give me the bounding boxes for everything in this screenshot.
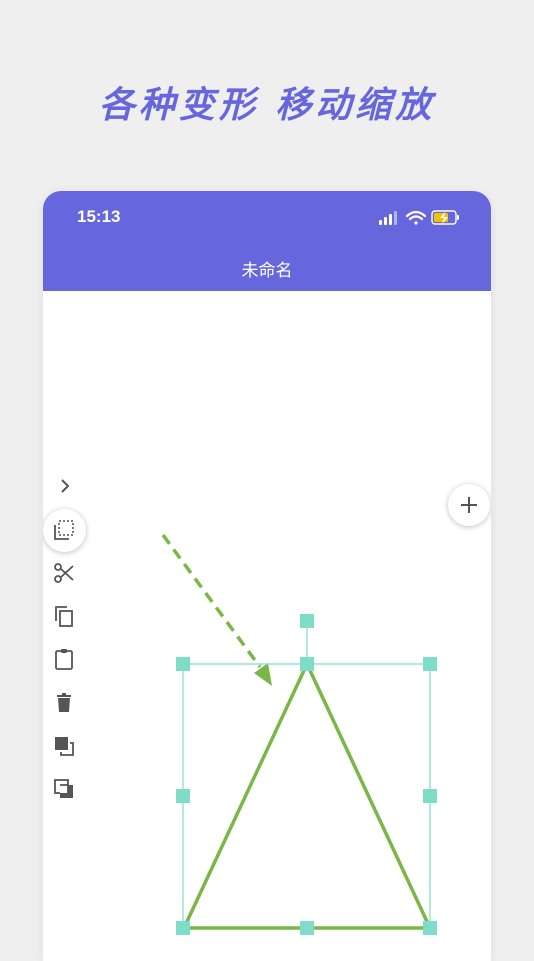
triangle-shape[interactable] [182,662,432,930]
resize-handle-bottom-left[interactable] [176,921,190,935]
resize-handle-right[interactable] [423,789,437,803]
resize-handle-top-left[interactable] [176,657,190,671]
resize-handle-left[interactable] [176,789,190,803]
status-time: 15:13 [77,207,121,226]
resize-handle-bottom[interactable] [300,921,314,935]
drawing-layer [161,533,437,935]
document-title: 未命名 [241,261,293,281]
resize-handle-bottom-right[interactable] [423,921,437,935]
drawing-canvas[interactable] [43,291,491,961]
status-icons [379,210,459,225]
cellular-signal-icon [379,211,397,225]
phone-frame: 15:13 未命名 [43,191,491,961]
resize-handle-top[interactable] [300,657,314,671]
resize-handle-top-right[interactable] [423,657,437,671]
rotate-handle[interactable] [300,614,314,628]
battery-charging-icon [431,210,459,225]
wifi-icon [405,210,427,225]
app-bar: 15:13 未命名 [43,191,491,291]
promo-headline: 各种变形 移动缩放 [98,84,436,126]
